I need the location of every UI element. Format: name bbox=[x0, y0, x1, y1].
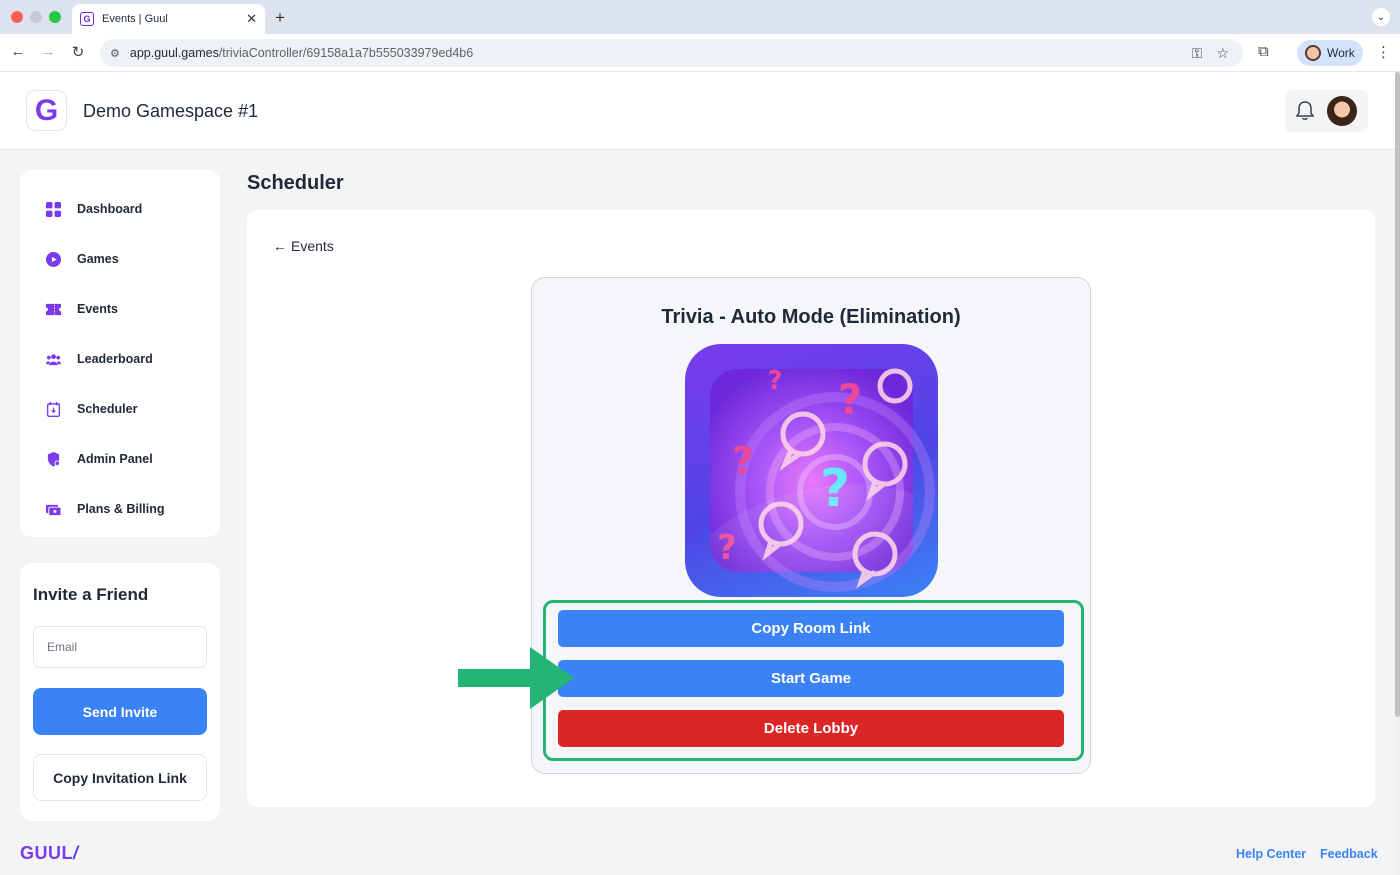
tab-favicon-icon: G bbox=[80, 12, 94, 26]
header-actions bbox=[1285, 90, 1368, 132]
svg-text:?: ? bbox=[732, 439, 754, 483]
sidebar-item-label: Games bbox=[77, 252, 119, 266]
browser-tab-active[interactable]: G Events | Guul ✕ bbox=[72, 4, 265, 34]
logo-letter: G bbox=[34, 93, 59, 127]
back-link-label: Events bbox=[291, 238, 334, 254]
page-scrollbar-thumb[interactable] bbox=[1395, 72, 1400, 717]
ticket-icon bbox=[46, 303, 61, 315]
sidebar-item-events[interactable]: Events bbox=[20, 284, 220, 334]
bookmark-star-icon[interactable]: ☆ bbox=[1216, 45, 1229, 62]
grid-icon bbox=[46, 201, 61, 217]
footer-logo[interactable]: GUUL/ bbox=[20, 843, 79, 864]
browser-menu-icon[interactable]: ⋮ bbox=[1376, 43, 1391, 61]
browser-titlebar: G Events | Guul ✕ + ⌄ bbox=[0, 0, 1400, 34]
forward-icon[interactable]: → bbox=[38, 43, 58, 60]
password-key-icon[interactable]: ⚿ bbox=[1192, 45, 1203, 62]
new-tab-icon[interactable]: + bbox=[275, 8, 285, 28]
sidebar-item-plans-billing[interactable]: Plans & Billing bbox=[20, 484, 220, 534]
billing-icon bbox=[46, 504, 61, 516]
url-text: app.guul.games/triviaController/69158a1a… bbox=[129, 46, 474, 60]
profile-avatar bbox=[1305, 45, 1321, 61]
tab-close-icon[interactable]: ✕ bbox=[246, 11, 257, 27]
trivia-question-art-icon: ? ? ? ? ? bbox=[710, 366, 935, 592]
svg-text:?: ? bbox=[767, 366, 782, 396]
feedback-link[interactable]: Feedback bbox=[1320, 847, 1378, 861]
game-title: Trivia - Auto Mode (Elimination) bbox=[661, 306, 961, 328]
profile-button[interactable]: Work bbox=[1297, 40, 1363, 66]
profile-label: Work bbox=[1327, 46, 1355, 60]
sidebar-nav: Dashboard Games Events Leaderboard Sched… bbox=[20, 170, 220, 537]
app-header: G Demo Gamespace #1 bbox=[0, 72, 1395, 150]
minimize-window-button[interactable] bbox=[30, 11, 42, 23]
main-card: ← Events Trivia - Auto Mode (Elimination) bbox=[247, 210, 1375, 807]
start-game-button[interactable]: Start Game bbox=[558, 660, 1064, 697]
svg-text:?: ? bbox=[838, 375, 862, 424]
sidebar-item-label: Plans & Billing bbox=[77, 502, 165, 516]
browser-toolbar: ← → ↻ ⚙ app.guul.games/triviaController/… bbox=[0, 34, 1400, 72]
sidebar-item-scheduler[interactable]: Scheduler bbox=[20, 384, 220, 434]
maximize-window-button[interactable] bbox=[49, 11, 61, 23]
invite-title: Invite a Friend bbox=[33, 585, 149, 604]
arrow-left-icon: ← bbox=[273, 238, 287, 254]
tab-search-chevron-icon[interactable]: ⌄ bbox=[1372, 8, 1390, 26]
sidebar-item-label: Events bbox=[77, 302, 118, 316]
calendar-icon bbox=[46, 401, 61, 417]
site-settings-icon[interactable]: ⚙ bbox=[110, 47, 120, 60]
send-invite-button[interactable]: Send Invite bbox=[33, 688, 207, 735]
app-logo[interactable]: G bbox=[26, 90, 67, 131]
users-icon bbox=[46, 353, 61, 365]
bell-icon[interactable] bbox=[1295, 100, 1315, 122]
sidebar-item-label: Dashboard bbox=[77, 202, 143, 216]
sidebar-item-games[interactable]: Games bbox=[20, 234, 220, 284]
sidebar-item-label: Admin Panel bbox=[77, 452, 153, 466]
user-avatar[interactable] bbox=[1327, 96, 1357, 126]
copy-invitation-link-button[interactable]: Copy Invitation Link bbox=[33, 754, 207, 801]
help-center-link[interactable]: Help Center bbox=[1236, 847, 1306, 861]
copy-room-link-button[interactable]: Copy Room Link bbox=[558, 610, 1064, 647]
extensions-icon[interactable]: ⧉ bbox=[1258, 43, 1269, 60]
delete-lobby-button[interactable]: Delete Lobby bbox=[558, 710, 1064, 747]
address-bar[interactable]: ⚙ app.guul.games/triviaController/69158a… bbox=[100, 39, 1243, 67]
sidebar-item-leaderboard[interactable]: Leaderboard bbox=[20, 334, 220, 384]
sidebar-item-admin-panel[interactable]: Admin Panel bbox=[20, 434, 220, 484]
shield-icon bbox=[47, 451, 61, 467]
close-window-button[interactable] bbox=[11, 11, 23, 23]
page-title: Scheduler bbox=[247, 172, 344, 194]
sidebar-item-label: Scheduler bbox=[77, 402, 138, 416]
sidebar-item-label: Leaderboard bbox=[77, 352, 153, 366]
back-icon[interactable]: ← bbox=[8, 43, 28, 60]
email-field[interactable] bbox=[33, 626, 207, 668]
arrow-right-icon bbox=[458, 647, 574, 709]
tab-title: Events | Guul bbox=[102, 13, 168, 25]
sidebar-item-dashboard[interactable]: Dashboard bbox=[20, 184, 220, 234]
game-card: Trivia - Auto Mode (Elimination) ? ? ? ?… bbox=[531, 277, 1091, 774]
trivia-game-artwork: ? ? ? ? ? bbox=[685, 344, 938, 597]
reload-icon[interactable]: ↻ bbox=[68, 43, 88, 61]
workspace-name[interactable]: Demo Gamespace #1 bbox=[83, 101, 258, 122]
play-circle-icon bbox=[46, 251, 61, 267]
back-to-events-link[interactable]: ← Events bbox=[273, 238, 334, 254]
invite-friend-card: Invite a Friend Send Invite Copy Invitat… bbox=[20, 563, 220, 821]
